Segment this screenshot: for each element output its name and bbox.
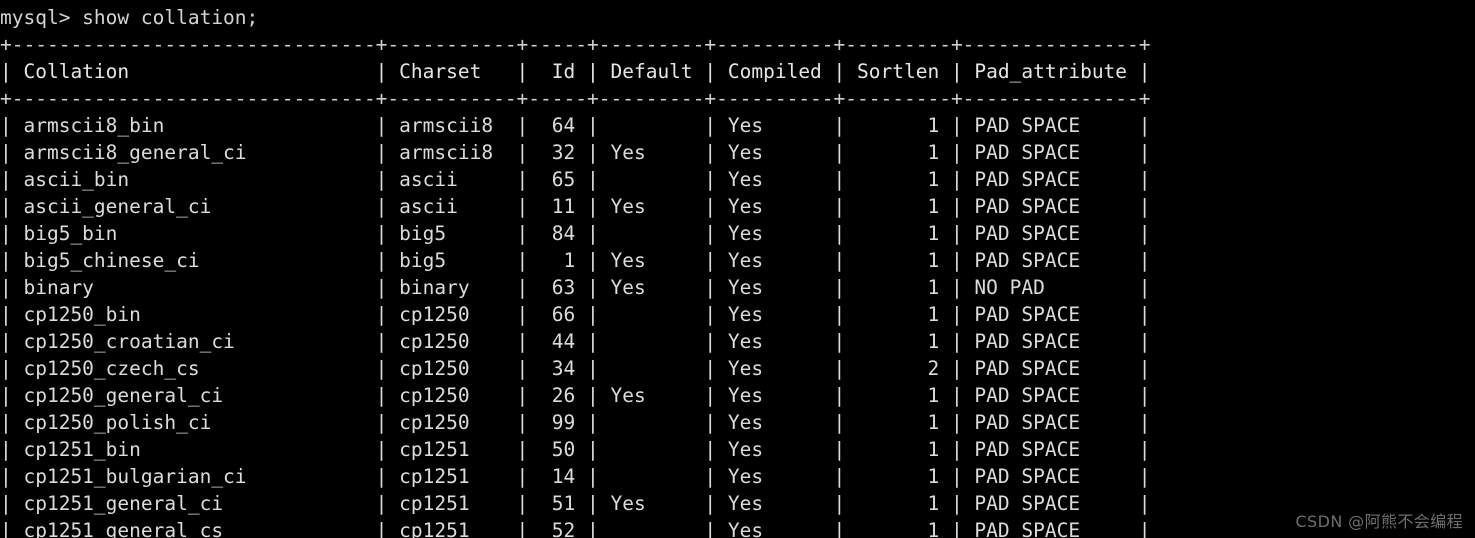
table-row: | armscii8_bin | armscii8 | 64 | | Yes |…	[0, 114, 1151, 137]
terminal-screen: mysql> show collation; +-----------------…	[0, 4, 1151, 538]
table-row: | binary | binary | 63 | Yes | Yes | 1 |…	[0, 276, 1151, 299]
prompt-line: mysql> show collation;	[0, 6, 259, 29]
table-row: | ascii_bin | ascii | 65 | | Yes | 1 | P…	[0, 168, 1151, 191]
table-row: | armscii8_general_ci | armscii8 | 32 | …	[0, 141, 1151, 164]
table-top-border: +-------------------------------+-------…	[0, 33, 1151, 56]
table-row: | ascii_general_ci | ascii | 11 | Yes | …	[0, 195, 1151, 218]
table-row: | big5_bin | big5 | 84 | | Yes | 1 | PAD…	[0, 222, 1151, 245]
table-row: | cp1251_bin | cp1251 | 50 | | Yes | 1 |…	[0, 438, 1151, 461]
table-row: | cp1250_general_ci | cp1250 | 26 | Yes …	[0, 384, 1151, 407]
table-row: | cp1250_croatian_ci | cp1250 | 44 | | Y…	[0, 330, 1151, 353]
terminal-window[interactable]: mysql> show collation; +-----------------…	[0, 0, 1475, 538]
table-header-row: | Collation | Charset | Id | Default | C…	[0, 60, 1151, 83]
table-row: | big5_chinese_ci | big5 | 1 | Yes | Yes…	[0, 249, 1151, 272]
table-row: | cp1250_bin | cp1250 | 66 | | Yes | 1 |…	[0, 303, 1151, 326]
table-row: | cp1251_bulgarian_ci | cp1251 | 14 | | …	[0, 465, 1151, 488]
csdn-watermark: CSDN @阿熊不会编程	[1295, 512, 1463, 531]
table-row: | cp1250_czech_cs | cp1250 | 34 | | Yes …	[0, 357, 1151, 380]
table-header-separator: +-------------------------------+-------…	[0, 87, 1151, 110]
table-row: | cp1250_polish_ci | cp1250 | 99 | | Yes…	[0, 411, 1151, 434]
table-row: | cp1251_general_cs | cp1251 | 52 | | Ye…	[0, 519, 1151, 538]
table-row: | cp1251_general_ci | cp1251 | 51 | Yes …	[0, 492, 1151, 515]
